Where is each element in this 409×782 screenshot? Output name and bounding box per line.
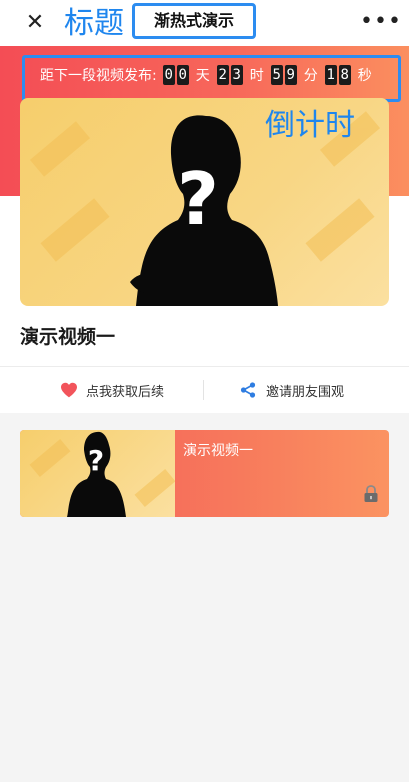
top-bar: ✕ 标题 渐热式演示 ••• <box>0 0 409 46</box>
action-divider <box>203 380 204 400</box>
mystery-person-silhouette: ? <box>29 431 175 517</box>
countdown-minutes-digit-1: 5 <box>270 65 283 85</box>
svg-text:?: ? <box>177 157 219 241</box>
countdown-hours-unit: 时 <box>249 68 264 84</box>
get-next-button[interactable]: 点我获取后续 <box>60 367 164 413</box>
action-bar: 点我获取后续 邀请朋友围观 <box>0 366 409 413</box>
page-title: 渐热式演示 <box>153 11 234 30</box>
share-icon <box>240 382 256 398</box>
heart-icon <box>61 382 77 398</box>
video-title: 演示视频一 <box>20 326 116 348</box>
invite-friends-button[interactable]: 邀请朋友围观 <box>240 367 344 413</box>
countdown-row: 距下一段视频发布: 0 0 天 2 3 时 5 9 分 1 8 秒 <box>40 63 379 87</box>
countdown-seconds-digit-1: 1 <box>324 65 337 85</box>
countdown-minutes-digit-2: 9 <box>284 65 297 85</box>
more-dots-icon[interactable]: ••• <box>360 10 401 34</box>
hero-section: 距下一段视频发布: 0 0 天 2 3 时 5 9 分 1 8 秒 ? 倒计时 … <box>0 46 409 413</box>
annotation-countdown-label: 倒计时 <box>265 108 355 143</box>
countdown-days-digit-1: 0 <box>162 65 175 85</box>
close-icon[interactable]: ✕ <box>24 12 46 34</box>
countdown-days-unit: 天 <box>195 68 210 84</box>
list-item-title: 演示视频一 <box>183 443 253 459</box>
countdown-days-digit-2: 0 <box>176 65 189 85</box>
countdown-hours-digit-2: 3 <box>230 65 243 85</box>
get-next-label: 点我获取后续 <box>86 384 165 400</box>
list-item-thumbnail: ? <box>20 430 175 517</box>
lock-icon <box>364 485 378 502</box>
svg-text:?: ? <box>88 444 104 477</box>
title-annotation-box: 渐热式演示 <box>132 3 256 39</box>
countdown-minutes-unit: 分 <box>303 68 318 84</box>
invite-friends-label: 邀请朋友围观 <box>266 384 345 400</box>
annotation-title-label: 标题 <box>64 6 124 41</box>
countdown-label: 距下一段视频发布: <box>40 68 157 84</box>
countdown-seconds-digit-2: 8 <box>338 65 351 85</box>
countdown-hours-digit-1: 2 <box>216 65 229 85</box>
list-item[interactable]: ? 演示视频一 <box>20 430 389 517</box>
countdown-seconds-unit: 秒 <box>357 68 372 84</box>
